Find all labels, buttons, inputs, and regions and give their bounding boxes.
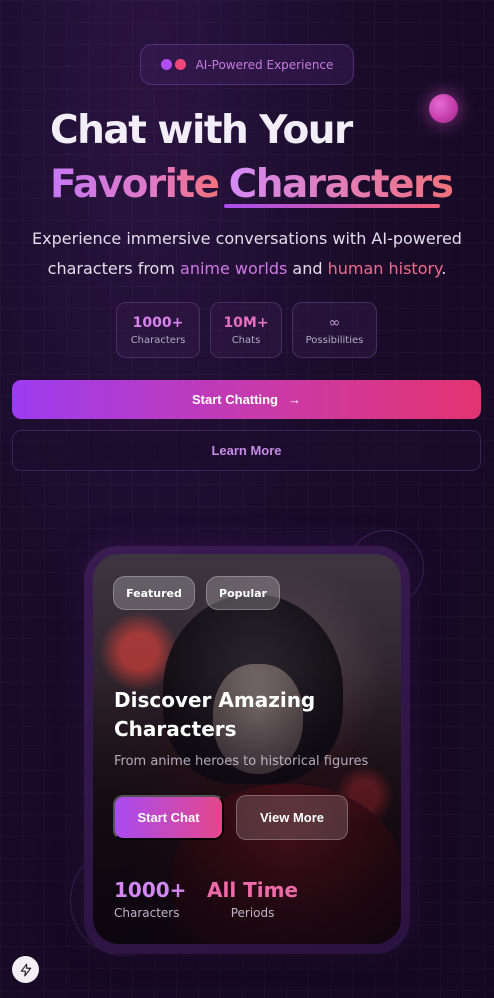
subtitle-highlight-history: human history [327, 259, 442, 278]
stat-value: 1000+ [132, 314, 184, 331]
headline-underline [224, 204, 440, 208]
start-chatting-button[interactable]: Start Chatting → [12, 380, 481, 419]
bolt-icon[interactable] [12, 956, 39, 983]
card-stat-characters: 1000+ Characters [114, 878, 186, 920]
arrow-right-icon: → [287, 392, 301, 407]
subtitle-highlight-anime: anime worlds [180, 259, 288, 278]
card-stat-label: Characters [114, 906, 180, 920]
card-title: Discover Amazing Characters [114, 688, 316, 741]
hero-headline: Chat with Your Favorite Characters [50, 104, 470, 212]
stat-possibilities: ∞ Possibilities [292, 302, 377, 358]
tag-featured: Featured [113, 576, 195, 610]
badge-dot-purple [160, 59, 172, 70]
ai-badge: AI-Powered Experience [140, 44, 354, 85]
stat-label: Possibilities [305, 334, 364, 346]
hero-subtitle: Experience immersive conversations with … [20, 224, 474, 284]
headline-line1: Chat with Your [50, 108, 353, 153]
card-stat-periods: All Time Periods [207, 878, 298, 920]
card-stat-value: All Time [207, 878, 299, 902]
badge-dots [160, 59, 186, 70]
subtitle-text-mid: and [287, 259, 328, 278]
stat-value: 10M+ [223, 314, 269, 331]
headline-favorite: Favorite [50, 158, 220, 212]
learn-more-button[interactable]: Learn More [12, 430, 481, 471]
stat-label: Chats [231, 334, 261, 346]
stat-value: ∞ [328, 314, 341, 331]
card-subtitle: From anime heroes to historical figures [114, 754, 369, 769]
tag-popular: Popular [206, 576, 280, 610]
card-stat-value: 1000+ [114, 878, 187, 902]
start-chatting-label: Start Chatting [192, 392, 278, 407]
view-more-button[interactable]: View More [236, 795, 348, 840]
card-stat-label: Periods [230, 906, 275, 920]
stat-label: Characters [130, 334, 186, 346]
badge-text: AI-Powered Experience [195, 57, 334, 72]
subtitle-text-end: . [441, 259, 447, 278]
stat-characters: 1000+ Characters [116, 302, 200, 358]
stat-chats: 10M+ Chats [210, 302, 282, 358]
badge-dot-pink [174, 59, 186, 70]
start-chat-button[interactable]: Start Chat [113, 795, 224, 840]
